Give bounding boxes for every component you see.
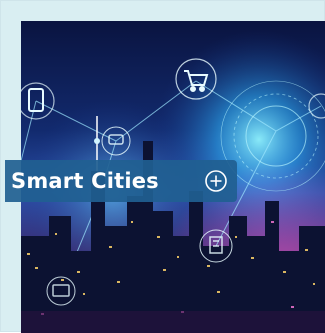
card-title-banner[interactable]: Smart Cities (5, 160, 237, 202)
plus-circle-icon[interactable] (204, 169, 228, 193)
card-title: Smart Cities (11, 169, 159, 193)
